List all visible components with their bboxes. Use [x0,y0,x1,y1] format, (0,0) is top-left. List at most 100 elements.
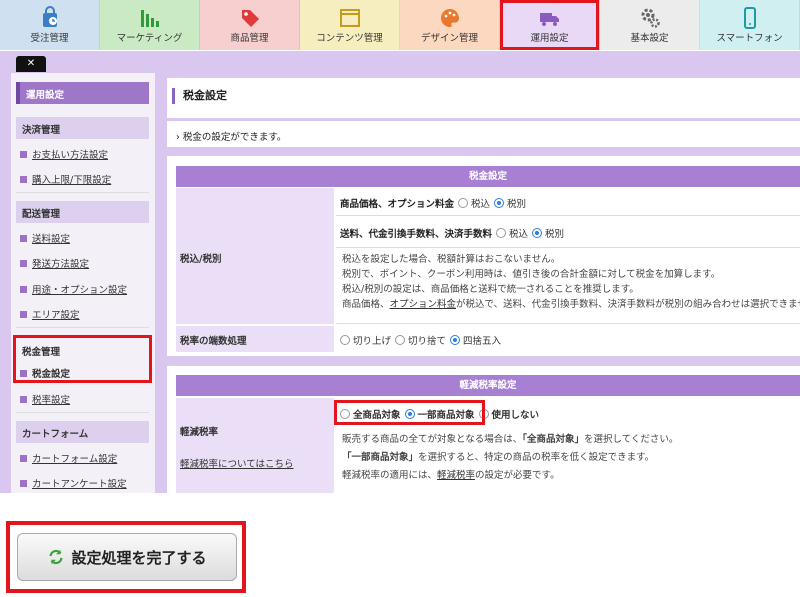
tab-label: スマートフォン [716,33,783,44]
tax-notes-cell: 税込を設定した場合、税額計算はおこないません。 税別で、ポイント、クーポン利用時… [336,250,800,324]
submit-label: 設定処理を完了する [71,548,207,567]
sidebar-item-label: 用途・オプション設定 [32,285,128,296]
radio-label: 税込 [471,199,491,210]
bullet-icon [20,285,27,293]
sidebar-item-area[interactable]: エリア設定 [20,307,80,321]
nav-band [0,51,800,73]
order-bag-icon [42,6,57,27]
sidebar-item-label: カートフォーム設定 [32,454,118,465]
rounding-down-radio[interactable]: 切り捨て [395,333,446,347]
window-icon [339,9,360,27]
note-bold: 「全商品対象」 [522,434,584,445]
tag-icon [241,10,259,27]
reduced-tax-label-cell: 軽減税率 軽減税率についてはこちら [176,398,334,493]
sidebar-item-shipping-fee[interactable]: 送料設定 [20,231,70,245]
sidebar-item-label: 送料設定 [32,234,71,245]
sidebar-item-shipping-methods[interactable]: 発送方法設定 [20,256,89,270]
radio-label: 切り捨て [408,336,447,347]
tab-label: 運用設定 [530,33,569,44]
bullet-icon [20,479,27,487]
gears-icon [641,8,660,28]
page-header [167,78,800,118]
bullet-icon [20,150,27,158]
tab-label: 商品管理 [230,33,269,44]
sidebar-item-purchase-limits[interactable]: 購入上限/下限設定 [20,172,111,186]
sidebar-item-payment-methods[interactable]: お支払い方法設定 [20,147,108,161]
product-price-label: 商品価格、オプション料金 [340,199,455,210]
product-price-inclusive-radio[interactable]: 税込 [458,196,490,210]
radio-label: 税別 [545,229,565,240]
sidebar-section-operation[interactable]: 運用設定 [16,82,149,104]
product-price-exclusive-radio[interactable]: 税別 [494,196,526,210]
sidebar-close-button[interactable]: ✕ [16,56,46,72]
sidebar-item-label: 税率設定 [32,395,71,406]
reduced-note: 軽減税率の適用には、軽減税率の設定が必要です。 [342,469,560,484]
sidebar-item-label: お支払い方法設定 [32,150,109,161]
top-navigation: 受注管理 マーケティング 商品管理 コンテンツ管理 デザイン管理 運用設定 基本… [0,0,800,50]
submit-settings-button[interactable]: 設定処理を完了する [17,533,237,581]
shipping-fee-exclusive-radio[interactable]: 税別 [532,226,564,240]
tab-operation-settings[interactable]: 運用設定 [500,0,600,50]
sidebar-group-shipping: 配送管理 [16,201,149,223]
sidebar-item-cart-survey[interactable]: カートアンケート設定 [20,476,127,490]
truck-icon [539,13,559,26]
sidebar-top-label: 運用設定 [26,90,65,101]
refresh-icon [49,549,64,565]
sidebar-item-cart-form[interactable]: カートフォーム設定 [20,451,117,465]
note-text: 軽減税率の適用には、 [342,470,438,481]
bullet-icon [20,175,27,183]
reduced-note: 「一部商品対象」を選択すると、特定の商品の税率を低く設定できます。 [342,451,654,466]
rounding-up-radio[interactable]: 切り上げ [340,333,391,347]
tab-smartphone[interactable]: スマートフォン [700,0,800,50]
bullet-icon [20,259,27,267]
bullet-icon [20,234,27,242]
reduced-tax-label: 軽減税率 [180,427,219,438]
sidebar-item-label: エリア設定 [32,310,80,321]
note-text: が税込で、送料、代金引換手数料、決済手数料が税別の組み合わせは選択できません。 [456,299,800,310]
sidebar-item-usage-options[interactable]: 用途・オプション設定 [20,282,127,296]
radio-dot [450,335,461,345]
tab-content-management[interactable]: コンテンツ管理 [300,0,400,50]
tab-product-management[interactable]: 商品管理 [200,0,300,50]
sidebar-item-tax-rate[interactable]: 税率設定 [20,392,70,406]
tax-note: 税別で、ポイント、クーポン利用時は、値引き後の合計金額に対して税金を加算します。 [342,269,721,280]
tab-label: マーケティング [116,33,183,44]
tax-note-combination: 商品価格、オプション料金が税込で、送料、代金引換手数料、決済手数料が税別の組み合… [342,298,800,313]
note-text: の設定が必要です。 [475,470,560,481]
tax-note: 税込を設定した場合、税額計算はおこないません。 [342,254,561,265]
tax-panel-header: 税金設定 [176,166,800,187]
radio-label: 税込 [509,229,529,240]
sidebar-divider [16,412,149,413]
radio-dot [395,335,406,345]
note-text: を選択してください。 [583,434,679,445]
radio-dot [458,198,469,208]
sidebar-divider [16,192,149,193]
reduced-not-used-radio[interactable]: 使用しない [478,407,540,421]
tab-marketing[interactable]: マーケティング [100,0,200,50]
highlight-reduced-options [334,400,485,425]
radio-label: 使用しない [491,410,540,421]
page-description: › 税金の設定ができます。 [176,129,286,143]
tab-order-management[interactable]: 受注管理 [0,0,100,50]
option-fee-link[interactable]: オプション料金 [390,299,457,310]
rounding-label-cell: 税率の端数処理 [176,326,334,352]
reduced-tax-panel-header: 軽減税率設定 [176,375,800,396]
reduced-tax-rate-link[interactable]: 軽減税率 [437,470,475,481]
sidebar-group-cart-form: カートフォーム [16,421,149,443]
page-title: 税金設定 [172,88,227,104]
product-price-row: 商品価格、オプション料金 税込 税別 [336,188,800,216]
description-text: 税金の設定ができます。 [182,132,287,143]
radio-dot [532,228,543,238]
sidebar-group-payment: 決済管理 [16,117,149,139]
tab-basic-settings[interactable]: 基本設定 [600,0,700,50]
rounding-half-up-radio[interactable]: 四捨五入 [450,333,501,347]
shipping-fee-inclusive-radio[interactable]: 税込 [496,226,528,240]
bar-chart-icon [140,10,159,27]
tax-inclusive-label: 税込/税別 [180,254,222,265]
reduced-tax-info-link[interactable]: 軽減税率についてはこちら [180,456,294,470]
tax-inclusive-label-cell: 税込/税別 [176,188,334,324]
palette-icon [440,9,459,27]
rounding-label: 税率の端数処理 [180,336,247,347]
sidebar-divider [16,327,149,328]
tab-design-management[interactable]: デザイン管理 [400,0,500,50]
